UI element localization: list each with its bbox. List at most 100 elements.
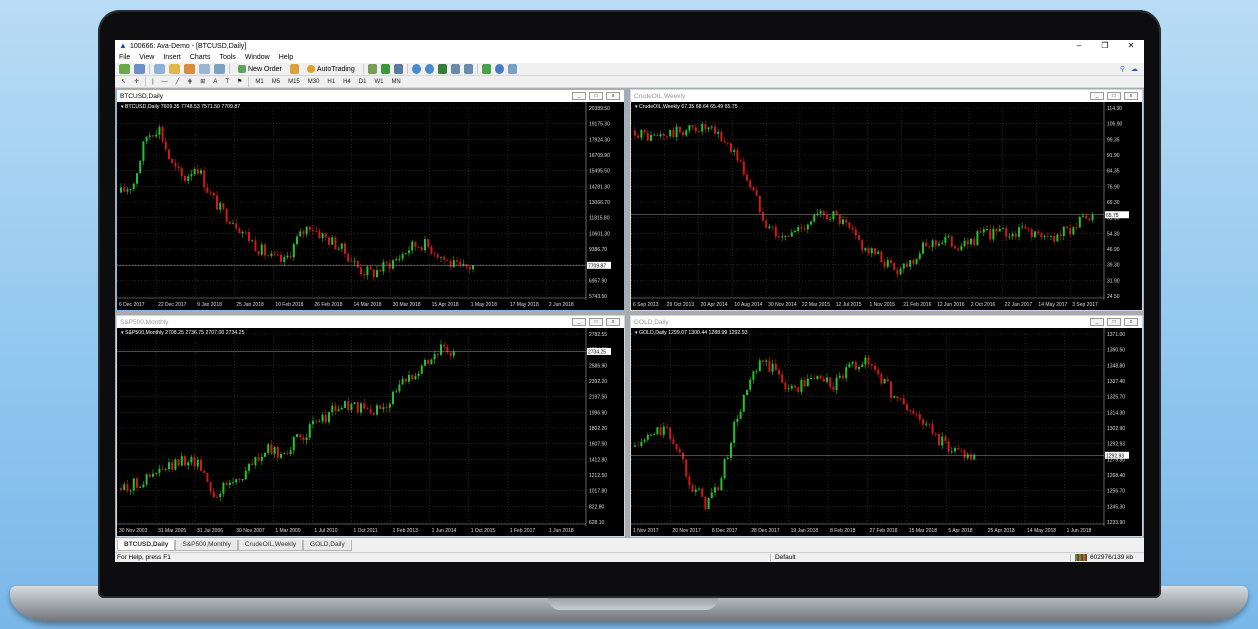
- date-label: 28 Dec 2017: [751, 528, 780, 534]
- chart-maximize-button[interactable]: □: [1107, 318, 1121, 326]
- menu-view[interactable]: View: [139, 54, 154, 61]
- toolbar-separator: [406, 64, 408, 74]
- candle-body: [427, 239, 430, 247]
- tab-sp500[interactable]: S&P500,Monthly: [175, 540, 238, 551]
- profiles-icon[interactable]: [134, 64, 145, 74]
- candle-body: [321, 233, 324, 239]
- tab-crudeoil[interactable]: CrudeOIL,Weekly: [237, 540, 304, 551]
- candle-body: [1034, 231, 1036, 238]
- channel-icon[interactable]: ⋕: [185, 78, 194, 85]
- candle-body: [1005, 228, 1008, 237]
- price-chart[interactable]: ▾ CrudeOIL,Weekly 67.35 68.64 65.49 65.7…: [631, 102, 1142, 310]
- trendline-icon[interactable]: ╱: [174, 78, 182, 85]
- candle-body: [698, 131, 700, 133]
- timeframe-m1[interactable]: M1: [253, 79, 265, 85]
- tile-windows-icon[interactable]: [437, 64, 447, 74]
- candle-body: [148, 474, 151, 477]
- chart-window-sp500[interactable]: S&P500,Monthly _ □ x ▾ S&P500,Monthly 2708…: [116, 315, 625, 537]
- horizontal-line-icon[interactable]: —: [160, 79, 170, 85]
- candle-body: [219, 493, 222, 498]
- menu-file[interactable]: File: [119, 54, 130, 61]
- text-icon[interactable]: A: [211, 79, 219, 85]
- terminal-icon[interactable]: [199, 64, 210, 74]
- chart-minimize-button[interactable]: _: [1090, 92, 1104, 100]
- chat-icon[interactable]: ☁: [1131, 65, 1138, 73]
- navigator-icon[interactable]: [184, 64, 195, 74]
- chart-minimize-button[interactable]: _: [572, 318, 586, 326]
- chart-maximize-button[interactable]: □: [1107, 92, 1121, 100]
- chart-minimize-button[interactable]: _: [572, 92, 586, 100]
- tab-btcusd[interactable]: BTCUSD,Daily: [117, 540, 176, 551]
- candle-body: [934, 433, 937, 435]
- zoom-in-icon[interactable]: [411, 64, 421, 74]
- timeframe-h1[interactable]: H1: [325, 79, 337, 85]
- close-button[interactable]: ✕: [1118, 40, 1144, 52]
- market-watch-icon[interactable]: [154, 64, 165, 74]
- periods-icon[interactable]: [494, 64, 504, 74]
- minimize-button[interactable]: –: [1066, 40, 1092, 52]
- chart-close-button[interactable]: x: [1124, 92, 1138, 100]
- candle-body: [890, 381, 892, 398]
- candle-body: [356, 402, 359, 413]
- timeframe-d1[interactable]: D1: [357, 79, 369, 85]
- candlesticks-icon[interactable]: [380, 64, 390, 74]
- timeframe-m5[interactable]: M5: [270, 79, 282, 85]
- chart-maximize-button[interactable]: □: [589, 318, 603, 326]
- menu-tools[interactable]: Tools: [219, 54, 235, 61]
- chart-minimize-button[interactable]: _: [1090, 318, 1104, 326]
- chart-window-gold[interactable]: GOLD,Daily _ □ x ▾ GOLD,Daily 1299.07 1300…: [630, 315, 1143, 537]
- new-chart-icon[interactable]: [119, 64, 130, 74]
- text-label-icon[interactable]: T: [223, 79, 231, 85]
- vertical-line-icon[interactable]: |: [150, 79, 156, 85]
- zoom-out-icon[interactable]: [424, 64, 434, 74]
- candle-body: [970, 238, 972, 245]
- price-chart[interactable]: ▾ S&P500,Monthly 2708.25 2736.75 2707.00…: [117, 328, 624, 536]
- current-price-label: 7709.87: [588, 263, 606, 269]
- candle-body: [372, 269, 375, 278]
- data-window-icon[interactable]: [169, 64, 180, 74]
- strategy-tester-icon[interactable]: [214, 64, 225, 74]
- price-chart[interactable]: ▾ GOLD,Daily 1299.07 1300.44 1288.99 129…: [631, 328, 1142, 536]
- candle-body: [401, 254, 404, 259]
- templates-icon[interactable]: [507, 64, 517, 74]
- metaeditor-icon[interactable]: [289, 64, 299, 74]
- cursor-icon[interactable]: ↖: [119, 78, 128, 85]
- new-order-button[interactable]: New Order: [234, 64, 286, 75]
- chart-close-button[interactable]: x: [606, 92, 620, 100]
- timeframe-h4[interactable]: H4: [341, 79, 353, 85]
- menu-help[interactable]: Help: [279, 54, 293, 61]
- candle-body: [142, 141, 145, 162]
- chart-window-btcusd[interactable]: BTCUSD,Daily _ □ x ▾ BTCUSD,Daily 7609.35 …: [116, 89, 625, 311]
- chart-maximize-button[interactable]: □: [589, 92, 603, 100]
- chart-window-crudeoil[interactable]: CrudeOIL,Weekly _ □ x ▾ CrudeOIL,Weekly 67…: [630, 89, 1143, 311]
- candle-body: [640, 129, 643, 138]
- chart-close-button[interactable]: x: [1124, 318, 1138, 326]
- search-icon[interactable]: ⚲: [1120, 65, 1125, 73]
- fibonacci-icon[interactable]: ⊞: [198, 78, 207, 85]
- timeframe-w1[interactable]: W1: [372, 79, 385, 85]
- chart-shift-icon[interactable]: [463, 64, 473, 74]
- price-chart[interactable]: ▾ BTCUSD,Daily 7609.35 7748.53 7571.50 7…: [117, 102, 624, 310]
- candle-body: [328, 412, 330, 423]
- tab-gold[interactable]: GOLD,Daily: [303, 540, 352, 551]
- chart-close-button[interactable]: x: [606, 318, 620, 326]
- menu-window[interactable]: Window: [245, 54, 270, 61]
- restore-button[interactable]: ❐: [1092, 40, 1118, 52]
- candle-body: [733, 150, 736, 152]
- timeframe-m15[interactable]: M15: [286, 79, 302, 85]
- candle-body: [148, 135, 151, 137]
- timeframe-m30[interactable]: M30: [306, 79, 322, 85]
- indicators-icon[interactable]: [481, 64, 491, 74]
- menu-insert[interactable]: Insert: [163, 54, 181, 61]
- menu-charts[interactable]: Charts: [190, 54, 211, 61]
- candle-body: [912, 410, 915, 414]
- line-chart-icon[interactable]: [393, 64, 403, 74]
- price-label: 2392.20: [589, 379, 607, 385]
- arrows-icon[interactable]: ⚑: [235, 78, 244, 85]
- auto-scroll-icon[interactable]: [450, 64, 460, 74]
- bar-chart-icon[interactable]: [367, 64, 377, 74]
- candle-body: [331, 237, 334, 245]
- crosshair-icon[interactable]: ✛: [132, 78, 141, 85]
- autotrading-button[interactable]: AutoTrading: [303, 64, 359, 75]
- timeframe-mn[interactable]: MN: [389, 79, 402, 85]
